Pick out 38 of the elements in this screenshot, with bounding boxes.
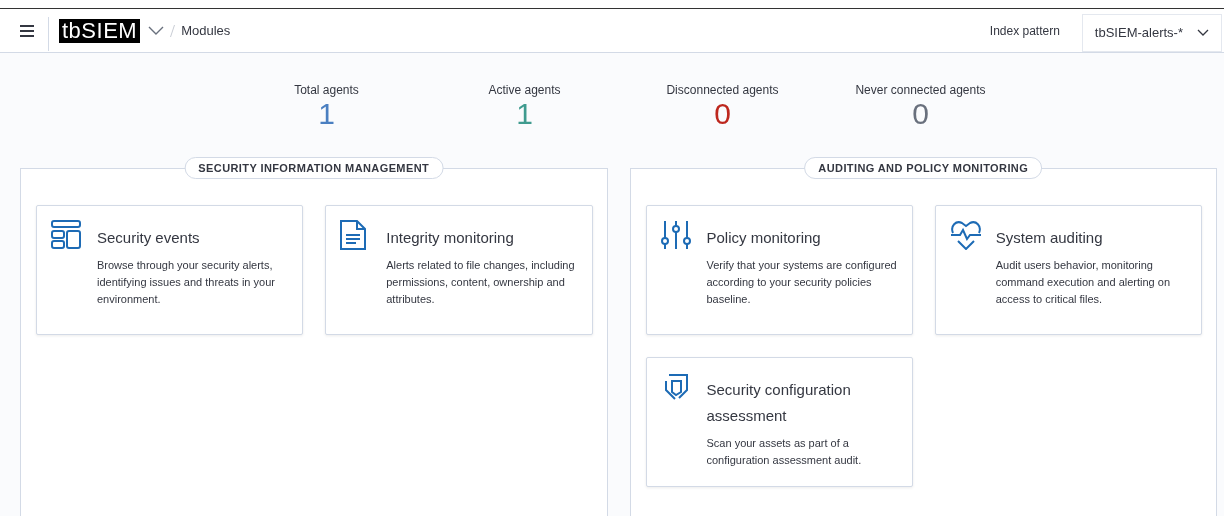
card-description: Audit users behavior, monitoring command execution and alerting on access to critical files. [995,258,1172,307]
stat-value: 1 [516,97,533,131]
index-pattern-select[interactable]: tbSIEM-alerts-* [1081,13,1222,52]
card-title: Security events [97,228,201,248]
stat-label: Disconnected agents [666,83,779,97]
breadcrumb-separator-icon [170,24,176,37]
card-title: Policy monitoring [706,228,822,248]
card-description: Scan your assets as part of a configuration assessment audit. [706,436,863,468]
module-card[interactable]: Security events Browse through your security alerts, identifying issues and threats in your environment. [36,205,304,335]
card-description: Browse through your security alerts, identifying issues and threats in your environment. [97,258,276,307]
menu-icon [20,24,34,37]
module-card[interactable]: Integrity monitoring Alerts related to file changes, including permissions, content, ownership and attributes. [325,205,593,335]
heartbeat-icon [949,220,982,250]
logo[interactable]: tbSIEM [59,18,141,43]
section-title: AUDITING AND POLICY MONITORING [804,157,1043,179]
stat-value: 0 [912,97,929,131]
stat-label: Never connected agents [855,83,986,97]
stat-value: 1 [318,97,335,131]
module-card[interactable]: Security configuration assessment Scan your assets as part of a configuration assessment audit. [645,357,913,487]
sliders-icon [660,220,691,250]
stat-value: 0 [714,97,731,131]
chevron-icon [1197,29,1209,36]
caret-button[interactable] [148,26,165,35]
card-title: Security configuration assessment [706,380,852,426]
card-title: System auditing [995,228,1104,248]
stat-label: Total agents [294,83,359,97]
card-description: Alerts related to file changes, including permissions, content, ownership and attributes. [386,258,576,307]
stat-label: Active agents [488,83,561,97]
section-title: SECURITY INFORMATION MANAGEMENT [184,157,444,179]
caret-icon [148,26,165,35]
breadcrumb: Modules [181,23,231,38]
document-icon [340,220,367,250]
index-pattern-label: Index pattern [989,23,1060,38]
card-title: Integrity monitoring [386,228,515,248]
module-card[interactable]: System auditing Audit users behavior, monitoring command execution and alerting on access to critical files. [934,205,1202,335]
layout-icon [51,220,81,250]
module-card[interactable]: Policy monitoring Verify that your systems are configured according to your security policies baseline. [645,205,913,335]
card-description: Verify that your systems are configured according to your security policies baseline. [706,258,898,307]
